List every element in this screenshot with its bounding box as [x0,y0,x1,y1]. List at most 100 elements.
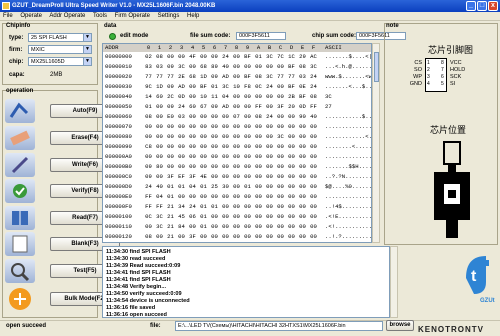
hex-byte-cell[interactable]: 00 [209,173,220,181]
hex-byte-cell[interactable]: 00 [220,203,231,211]
hex-byte-cell[interactable]: FF [143,193,154,201]
ascii-cell[interactable]: $@....%0........ [325,183,371,191]
hex-byte-cell[interactable]: 00 [154,103,165,111]
hex-byte-cell[interactable]: 00 [176,163,187,171]
menu-addr-operate[interactable]: Addr Operate [49,13,85,19]
ascii-cell[interactable]: 27 [325,103,371,111]
hex-byte-cell[interactable]: 00 [253,123,264,131]
hex-byte-cell[interactable]: 03 [176,113,187,121]
minimize-button[interactable]: _ [466,1,476,11]
hex-byte-cell[interactable]: 00 [154,173,165,181]
hex-byte-cell[interactable]: 00 [264,143,275,151]
hex-byte-cell[interactable]: 01 [253,53,264,61]
hex-byte-cell[interactable]: 00 [253,183,264,191]
hex-byte-cell[interactable]: 00 [264,203,275,211]
hex-byte-cell[interactable]: 00 [198,163,209,171]
hex-byte-cell[interactable]: 40 [308,113,319,121]
hex-byte-cell[interactable]: 00 [297,173,308,181]
hex-byte-cell[interactable]: 00 [275,183,286,191]
hex-byte-cell[interactable]: 00 [165,163,176,171]
ascii-cell[interactable]: ................ [325,153,371,161]
addr-cell[interactable]: 000000A0 [105,153,139,161]
hex-byte-cell[interactable]: 00 [308,153,319,161]
hex-byte-cell[interactable]: 00 [143,133,154,141]
hex-byte-cell[interactable]: 0C [253,83,264,91]
hex-byte-cell[interactable]: 00 [176,53,187,61]
hex-byte-cell[interactable]: 00 [176,233,187,241]
hex-byte-cell[interactable]: 00 [231,153,242,161]
addr-cell[interactable]: 00000000 [105,53,139,61]
hex-byte-cell[interactable]: 00 [242,153,253,161]
hex-byte-cell[interactable]: 00 [253,193,264,201]
hex-byte-cell[interactable]: 00 [253,163,264,171]
menu-help[interactable]: Help [187,13,199,19]
hex-byte-cell[interactable]: 11 [209,93,220,101]
hex-byte-cell[interactable]: 00 [176,123,187,131]
ascii-cell[interactable]: ...........$...@ [325,113,371,121]
menu-tools[interactable]: Tools [93,13,107,19]
hex-byte-cell[interactable]: 00 [308,203,319,211]
hex-byte-cell[interactable]: 04 [154,193,165,201]
hex-byte-cell[interactable]: 40 [220,63,231,71]
hex-byte-cell[interactable]: 00 [308,143,319,151]
hex-byte-cell[interactable]: 68 [198,63,209,71]
firm-select[interactable]: MXIC ▼ [28,45,92,54]
hex-byte-cell[interactable]: 3F [187,173,198,181]
hex-byte-cell[interactable]: 00 [275,93,286,101]
hex-byte-cell[interactable]: 00 [275,203,286,211]
hex-byte-cell[interactable]: 00 [198,153,209,161]
hex-byte-cell[interactable]: 00 [231,63,242,71]
hex-byte-cell[interactable]: 00 [187,163,198,171]
hex-byte-cell[interactable]: 00 [187,193,198,201]
hex-byte-cell[interactable]: 21 [165,233,176,241]
hex-byte-cell[interactable]: 00 [297,193,308,201]
hex-byte-cell[interactable]: 00 [220,213,231,221]
hex-byte-cell[interactable]: 01 [209,83,220,91]
hex-byte-cell[interactable]: 00 [231,193,242,201]
hex-byte-cell[interactable]: 00 [198,123,209,131]
hex-byte-cell[interactable]: 00 [231,173,242,181]
hex-byte-cell[interactable]: 00 [264,193,275,201]
hex-byte-cell[interactable]: 00 [165,53,176,61]
hex-byte-cell[interactable]: 00 [286,153,297,161]
file-path-field[interactable]: E:\...\LED TV(Схемы)\HITACHI\HITACHI 32H… [175,321,383,331]
hex-byte-cell[interactable]: 00 [275,213,286,221]
hex-byte-cell[interactable]: 00 [176,133,187,141]
hex-byte-cell[interactable]: 00 [231,203,242,211]
hex-byte-cell[interactable]: 2E [176,73,187,81]
hex-byte-cell[interactable]: 00 [264,93,275,101]
hex-byte-cell[interactable]: 00 [220,153,231,161]
hex-byte-cell[interactable]: 09 [209,103,220,111]
hex-byte-cell[interactable]: 60 [187,103,198,111]
hex-byte-cell[interactable]: 00 [253,173,264,181]
hex-byte-cell[interactable]: 01 [165,183,176,191]
hex-byte-cell[interactable]: 00 [187,153,198,161]
type-select[interactable]: 25 SPI FLASH ▼ [28,33,92,42]
ascii-cell[interactable]: ..?.?N.......... [325,173,371,181]
addr-cell[interactable]: 00000100 [105,213,139,221]
hex-byte-cell[interactable]: 24 [308,83,319,91]
ascii-cell[interactable]: ........<..... [325,143,371,151]
hex-byte-cell[interactable]: 00 [275,193,286,201]
hex-byte-cell[interactable]: 00 [242,203,253,211]
ascii-cell[interactable]: ...<.h.@.......< [325,63,371,71]
maximize-button[interactable]: □ [477,1,487,11]
hex-byte-cell[interactable]: BF [297,93,308,101]
addr-cell[interactable]: 00000080 [105,133,139,141]
hex-byte-cell[interactable]: 00 [165,123,176,131]
ascii-cell[interactable]: ..!.?......... [325,233,371,241]
hex-byte-cell[interactable]: 83 [143,63,154,71]
hex-byte-cell[interactable]: 00 [220,193,231,201]
hex-byte-cell[interactable]: 29 [297,53,308,61]
hex-byte-cell[interactable]: 00 [275,163,286,171]
hex-byte-cell[interactable]: 00 [297,203,308,211]
hex-byte-cell[interactable]: BF [242,53,253,61]
hex-byte-cell[interactable]: 00 [209,143,220,151]
hex-byte-cell[interactable]: 21 [165,203,176,211]
hex-byte-cell[interactable]: 3C [154,213,165,221]
hex-byte-cell[interactable]: 04 [220,93,231,101]
hex-byte-cell[interactable]: 08 [143,233,154,241]
hex-byte-cell[interactable]: 00 [154,143,165,151]
chevron-down-icon[interactable]: ▼ [83,46,91,53]
hex-byte-cell[interactable]: 24 [187,203,198,211]
